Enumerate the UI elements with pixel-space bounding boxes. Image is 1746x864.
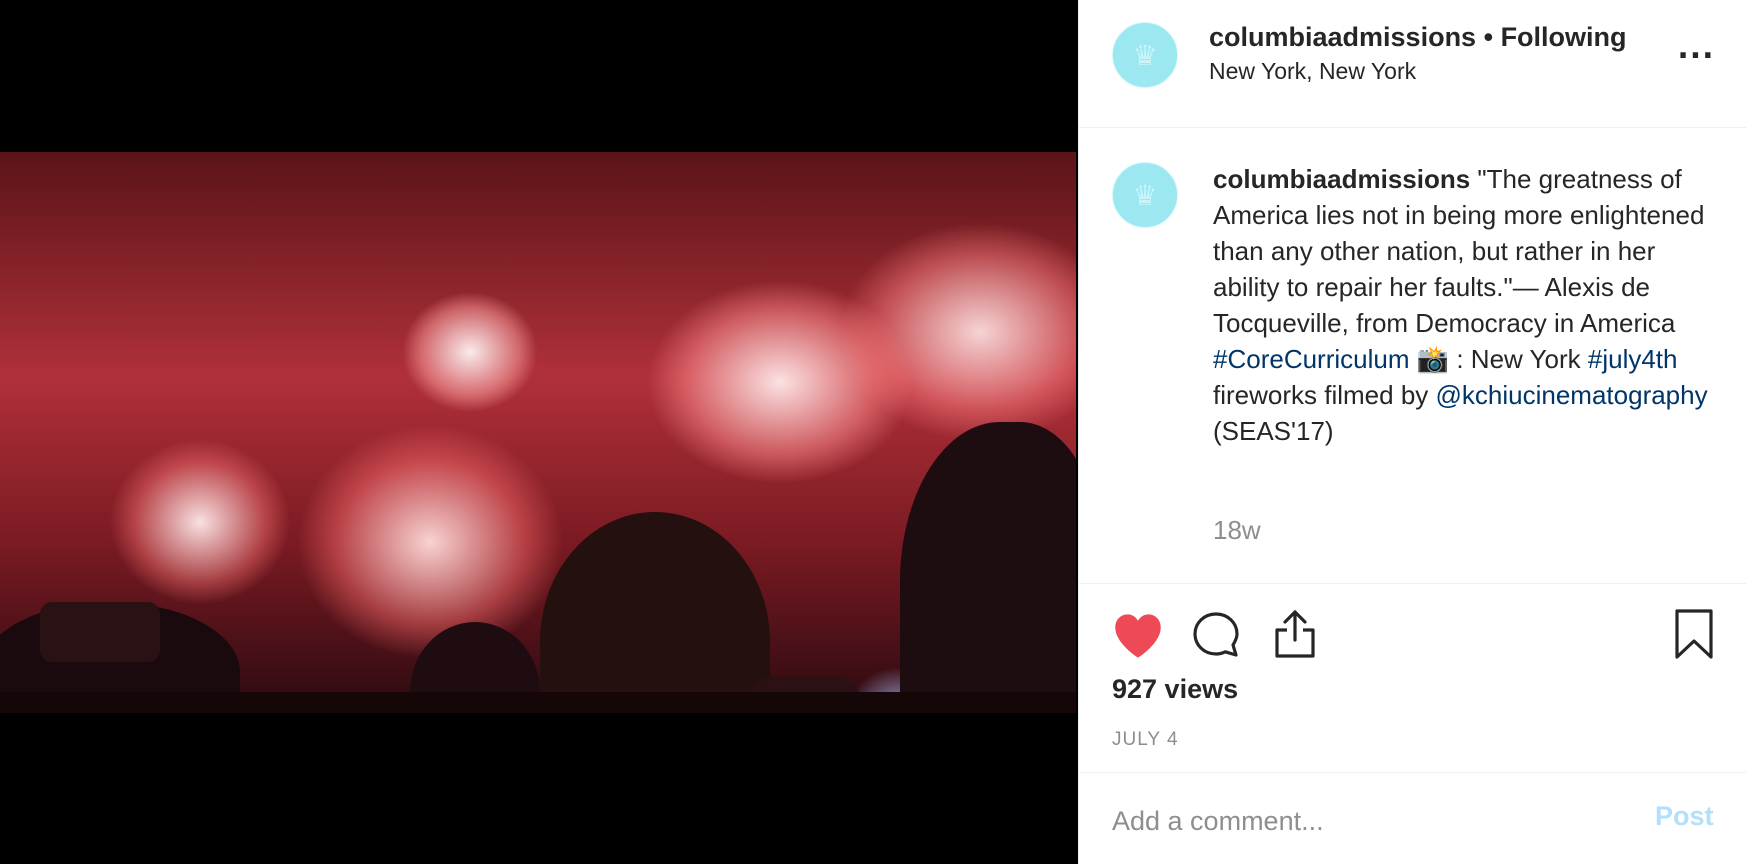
caption-body: (SEAS'17)	[1213, 416, 1334, 446]
fireworks-video[interactable]	[0, 152, 1076, 713]
post-sidebar: ♛ columbiaadmissions • Following New Yor…	[1078, 0, 1746, 864]
view-count[interactable]: 927 views	[1112, 674, 1238, 705]
camera-emoji-icon: 📸	[1416, 344, 1450, 374]
hashtag-link[interactable]: #july4th	[1588, 344, 1678, 374]
post-header: ♛ columbiaadmissions • Following New Yor…	[1079, 0, 1746, 128]
crown-icon: ♛	[1132, 178, 1158, 212]
crowd-silhouette	[900, 422, 1076, 713]
add-comment-bar: Post	[1079, 773, 1746, 864]
heart-filled-icon[interactable]	[1112, 612, 1164, 660]
avatar[interactable]: ♛	[1112, 22, 1178, 88]
share-icon[interactable]	[1271, 608, 1319, 660]
location-link[interactable]: New York, New York	[1209, 58, 1416, 85]
action-bar: 927 views JULY 4	[1079, 584, 1746, 773]
caption-timestamp[interactable]: 18w	[1213, 515, 1261, 546]
caption-username-link[interactable]: columbiaadmissions	[1213, 164, 1470, 194]
caption-body: fireworks filmed by	[1213, 380, 1429, 410]
post-date[interactable]: JULY 4	[1112, 729, 1179, 751]
crown-icon: ♛	[1132, 38, 1158, 72]
header-user-line: columbiaadmissions • Following	[1209, 22, 1627, 53]
camera-silhouette	[40, 602, 160, 662]
post-modal: ♛ columbiaadmissions • Following New Yor…	[0, 0, 1746, 864]
post-button[interactable]: Post	[1655, 801, 1714, 832]
crowd-silhouette	[540, 512, 770, 713]
following-button[interactable]: Following	[1501, 22, 1627, 52]
hashtag-link[interactable]: #CoreCurriculum	[1213, 344, 1410, 374]
mention-link[interactable]: @kchiucinematography	[1436, 380, 1708, 410]
crowd-silhouette	[0, 692, 1076, 713]
more-horizontal-icon[interactable]: ...	[1674, 34, 1718, 74]
separator-dot: •	[1483, 22, 1494, 52]
bookmark-icon[interactable]	[1673, 608, 1715, 660]
comment-input[interactable]	[1112, 801, 1612, 841]
media-panel	[0, 0, 1078, 864]
caption-text: columbiaadmissions "The greatness of Ame…	[1213, 161, 1718, 449]
avatar[interactable]: ♛	[1112, 162, 1178, 228]
comment-icon[interactable]	[1191, 610, 1241, 660]
username-link[interactable]: columbiaadmissions	[1209, 22, 1476, 52]
caption-body: : New York	[1456, 344, 1581, 374]
caption-section: ♛ columbiaadmissions "The greatness of A…	[1079, 128, 1746, 584]
